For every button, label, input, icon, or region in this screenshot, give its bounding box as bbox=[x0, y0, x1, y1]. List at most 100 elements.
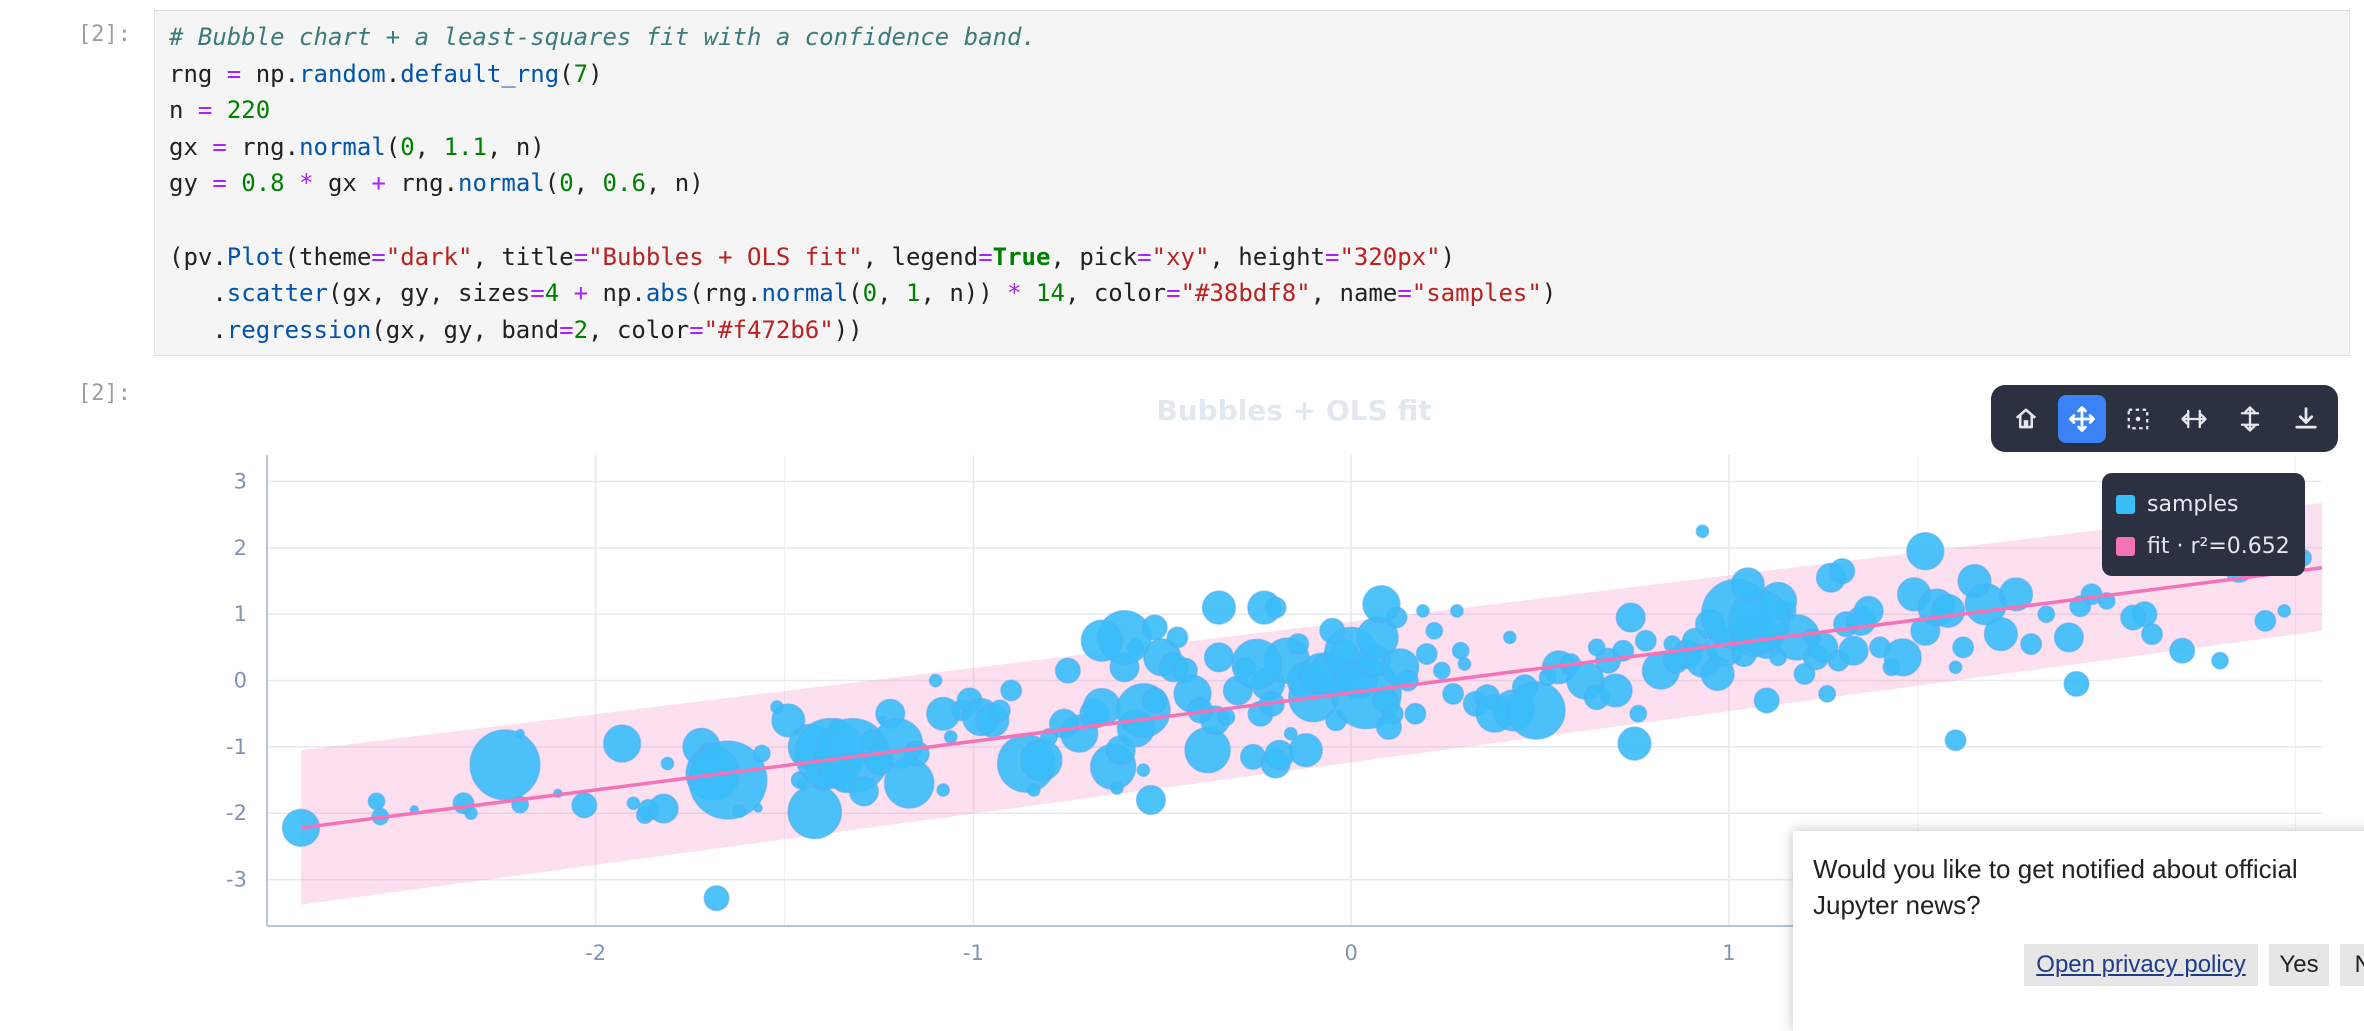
bubble-point bbox=[1201, 590, 1237, 625]
bubble-point bbox=[1000, 679, 1023, 702]
download-button[interactable] bbox=[2282, 395, 2330, 443]
bubble-point bbox=[1231, 638, 1283, 690]
bubble-point bbox=[903, 740, 930, 767]
bubble-point bbox=[936, 783, 951, 797]
bubble-point bbox=[2053, 622, 2085, 653]
bubble-point bbox=[1141, 614, 1168, 641]
bubble-point bbox=[943, 730, 958, 744]
legend-label: samples bbox=[2147, 491, 2239, 517]
bubble-point bbox=[863, 745, 895, 776]
bubble-point bbox=[1415, 643, 1438, 666]
bubble-point bbox=[1634, 629, 1657, 652]
legend-item[interactable]: samples bbox=[2114, 483, 2293, 525]
bubble-point bbox=[469, 729, 541, 801]
bubble-point bbox=[1416, 603, 1430, 618]
bubble-point bbox=[602, 724, 642, 763]
legend-label: fit · r²=0.652 bbox=[2147, 533, 2290, 559]
home-icon bbox=[2015, 408, 2037, 428]
bubble-point bbox=[1082, 687, 1122, 727]
bubble-point bbox=[1288, 733, 1323, 768]
bubble-point bbox=[1319, 617, 1346, 644]
y-tick-label: -1 bbox=[226, 735, 247, 759]
legend-item[interactable]: fit · r²=0.652 bbox=[2114, 525, 2293, 567]
x-tick-label: -2 bbox=[585, 941, 606, 965]
bubble-point bbox=[1287, 633, 1310, 656]
bubble-point bbox=[1598, 673, 1633, 708]
bubble-point bbox=[2254, 609, 2277, 632]
bubble-point bbox=[2141, 623, 2164, 646]
zoom-y-button[interactable] bbox=[2226, 395, 2274, 443]
bubble-point bbox=[1952, 636, 1975, 659]
y-tick-label: -2 bbox=[226, 801, 247, 825]
zoom-x-icon bbox=[2181, 409, 2207, 428]
bubble-point bbox=[1930, 593, 1966, 629]
box-select-button[interactable] bbox=[2114, 395, 2162, 443]
pan-button[interactable] bbox=[2058, 394, 2106, 443]
bubble-point bbox=[1502, 630, 1517, 645]
y-tick-label: 0 bbox=[234, 669, 247, 693]
bubble-point bbox=[1450, 603, 1464, 618]
bubble-point bbox=[1080, 619, 1124, 662]
bubble-point bbox=[1506, 680, 1566, 740]
y-tick-label: 2 bbox=[234, 536, 247, 560]
zoom-x-button[interactable] bbox=[2170, 395, 2218, 443]
bubble-point bbox=[1944, 729, 1967, 752]
bubble-point bbox=[1375, 713, 1402, 741]
fit-line bbox=[300, 566, 2323, 830]
bubble-point bbox=[988, 699, 1011, 722]
home-button[interactable] bbox=[2002, 395, 2050, 443]
bubble-point bbox=[1629, 704, 1648, 723]
bubble-point bbox=[1054, 657, 1081, 684]
bubble-point bbox=[1217, 708, 1236, 726]
bubble-point bbox=[703, 885, 730, 912]
bubble-point bbox=[2063, 670, 2090, 697]
legend-swatch bbox=[2116, 536, 2135, 556]
bubble-point bbox=[1906, 531, 1945, 571]
bubble-point bbox=[2169, 637, 2196, 664]
bubble-point bbox=[1203, 642, 1235, 673]
download-icon bbox=[2295, 406, 2317, 428]
chart-title: Bubbles + OLS fit bbox=[1156, 394, 1431, 427]
bubble-point bbox=[648, 793, 679, 824]
bubble-point bbox=[732, 804, 747, 819]
bubble-point bbox=[1838, 635, 1869, 666]
bubble-point bbox=[1818, 684, 1837, 703]
legend-swatch bbox=[2116, 494, 2135, 514]
bubble-point bbox=[1404, 702, 1427, 725]
bubble-point bbox=[1442, 682, 1465, 705]
bubble-point bbox=[626, 796, 641, 811]
notification-popup: Would you like to get notified about off… bbox=[1793, 831, 2364, 1031]
bubble-point bbox=[753, 803, 763, 813]
bubble-point bbox=[1730, 567, 1765, 602]
open-privacy-policy-button[interactable]: Open privacy policy bbox=[2024, 944, 2258, 986]
legend: samples fit · r²=0.652 bbox=[2102, 473, 2305, 576]
bubble-point bbox=[1617, 726, 1652, 761]
bubble-point bbox=[571, 792, 598, 819]
bubble-point bbox=[1983, 616, 2019, 652]
x-tick-label: 0 bbox=[1344, 941, 1357, 965]
bubble-point bbox=[367, 792, 386, 811]
no-button[interactable]: No bbox=[2340, 944, 2364, 986]
x-tick-label: 1 bbox=[1722, 941, 1735, 965]
bubble-point bbox=[1141, 687, 1168, 714]
bubble-point bbox=[1587, 638, 1606, 657]
box-select-icon bbox=[2127, 408, 2149, 429]
bubble-point bbox=[1829, 558, 1856, 585]
bubble-point bbox=[1451, 641, 1470, 660]
bubble-point bbox=[2277, 603, 2292, 618]
bubble-point bbox=[1184, 726, 1231, 774]
bubble-point bbox=[1615, 602, 1646, 633]
bubble-point bbox=[1753, 687, 1780, 714]
bubble-point bbox=[1948, 660, 1963, 675]
bubble-point bbox=[1457, 657, 1472, 671]
bubble-point bbox=[787, 784, 843, 840]
bubble-point bbox=[1247, 590, 1282, 625]
yes-button[interactable]: Yes bbox=[2269, 944, 2329, 986]
bubble-point bbox=[1432, 661, 1451, 680]
bubble-point bbox=[1026, 783, 1041, 797]
bubble-point bbox=[1166, 626, 1189, 649]
x-tick-label: -1 bbox=[963, 941, 984, 965]
bubble-point bbox=[464, 806, 478, 821]
bubble-point bbox=[660, 756, 675, 771]
plot-toolbar bbox=[1991, 385, 2338, 452]
